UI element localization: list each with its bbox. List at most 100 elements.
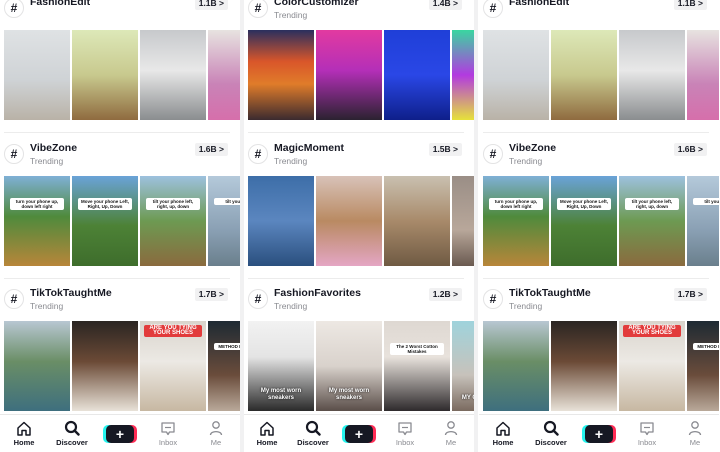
video-thumbnail[interactable]: MY C EXPE PT.2: [452, 321, 474, 411]
video-thumbnail[interactable]: My most worn sneakers: [316, 321, 382, 411]
hashtag-header[interactable]: # FashionFavorites Trending 1.2B >: [244, 287, 474, 321]
plus-icon: +: [344, 424, 374, 444]
nav-item-home[interactable]: Home: [246, 420, 288, 447]
video-thumbnail[interactable]: [483, 30, 549, 120]
hashtag-section[interactable]: # VibeZone Trending 1.6B > turn your phone u…: [479, 142, 719, 279]
thumbnail-caption: Move your phone Left, Right, Up, Down: [557, 198, 611, 210]
video-thumbnail[interactable]: [483, 321, 549, 411]
nav-item-discover[interactable]: Discover: [51, 420, 93, 447]
nav-item-inbox[interactable]: Inbox: [626, 420, 668, 447]
search-icon: [542, 420, 560, 436]
thumbnail-caption: Move your phone Left, Right, Up, Down: [78, 198, 132, 210]
section-divider: [248, 132, 464, 133]
view-count-badge[interactable]: 1.2B >: [428, 288, 462, 301]
hashtag-name: MagicMoment: [274, 142, 345, 154]
hashtag-section[interactable]: # FashionFavorites Trending 1.2B > My most w…: [244, 287, 474, 411]
hashtag-section[interactable]: # FashionEdit 1.1B >: [479, 0, 719, 133]
video-thumbnail[interactable]: METHOD FOR TYING: [687, 321, 719, 411]
video-thumbnail[interactable]: Move your phone Left, Right, Up, Down: [72, 176, 138, 266]
hashtag-header[interactable]: # VibeZone Trending 1.6B >: [0, 142, 240, 176]
view-count-badge[interactable]: 1.5B >: [428, 143, 462, 156]
nav-item-create[interactable]: +: [578, 424, 620, 444]
nav-item-create[interactable]: +: [99, 424, 141, 444]
nav-item-me[interactable]: Me: [430, 420, 472, 447]
video-thumbnail[interactable]: [316, 30, 382, 120]
nav-item-discover[interactable]: Discover: [292, 420, 334, 447]
hashtag-section[interactable]: # VibeZone Trending 1.6B > turn your phone u…: [0, 142, 240, 279]
bottom-nav: Home Discover + Inbox Me: [244, 414, 474, 452]
view-count-badge[interactable]: 1.4B >: [428, 0, 462, 10]
video-thumbnail[interactable]: [452, 176, 474, 266]
view-count-badge[interactable]: 1.6B >: [673, 143, 707, 156]
hashtag-header[interactable]: # ColorCustomizer Trending 1.4B >: [244, 0, 474, 30]
hashtag-section[interactable]: # MagicMoment Trending 1.5B >: [244, 142, 474, 279]
hashtag-section[interactable]: # FashionEdit 1.1B >: [0, 0, 240, 133]
create-button[interactable]: +: [106, 424, 134, 443]
view-count-badge[interactable]: 1.7B >: [194, 288, 228, 301]
video-thumbnail[interactable]: tilt your phone left, right, up, down: [619, 176, 685, 266]
video-thumbnail[interactable]: [551, 30, 617, 120]
video-thumbnail[interactable]: The 2 Worst Cotton Mistakes: [384, 321, 450, 411]
view-count-badge[interactable]: 1.6B >: [194, 143, 228, 156]
hashtag-header[interactable]: # VibeZone Trending 1.6B >: [479, 142, 719, 176]
thumbnail-caption: tilt your phone: [693, 198, 719, 205]
trending-label: Trending: [30, 301, 64, 311]
nav-label: Home: [492, 438, 514, 447]
thumbnail-caption: My most worn sneakers: [328, 388, 370, 401]
hashtag-header[interactable]: # FashionEdit 1.1B >: [479, 0, 719, 30]
video-thumbnail[interactable]: METHOD FOR TYING: [208, 321, 240, 411]
nav-item-inbox[interactable]: Inbox: [384, 420, 426, 447]
video-thumbnail[interactable]: turn your phone up, down left right: [483, 176, 549, 266]
video-thumbnail[interactable]: Move your phone Left, Right, Up, Down: [551, 176, 617, 266]
hashtag-section[interactable]: # TikTokTaughtMe Trending 1.7B > ARE YOU TYI…: [479, 287, 719, 411]
video-thumbnail[interactable]: [72, 321, 138, 411]
video-thumbnail[interactable]: [687, 30, 719, 120]
video-thumbnail[interactable]: [4, 321, 70, 411]
video-thumbnail[interactable]: [384, 176, 450, 266]
hashtag-header[interactable]: # TikTokTaughtMe Trending 1.7B >: [0, 287, 240, 321]
video-thumbnail[interactable]: [452, 30, 474, 120]
hashtag-section[interactable]: # ColorCustomizer Trending 1.4B >: [244, 0, 474, 133]
video-thumbnail[interactable]: turn your phone up, down left right: [4, 176, 70, 266]
video-thumbnail[interactable]: ARE YOU TYING YOUR SHOES: [619, 321, 685, 411]
video-thumbnail[interactable]: ARE YOU TYING YOUR SHOES: [140, 321, 206, 411]
video-thumbnail[interactable]: [551, 321, 617, 411]
nav-item-home[interactable]: Home: [482, 420, 524, 447]
video-thumbnail[interactable]: tilt your phone: [208, 176, 240, 266]
hashtag-header[interactable]: # TikTokTaughtMe Trending 1.7B >: [479, 287, 719, 321]
hashtag-header[interactable]: # FashionEdit 1.1B >: [0, 0, 240, 30]
video-thumbnail[interactable]: [248, 176, 314, 266]
hashtag-icon: #: [483, 0, 503, 18]
video-thumbnail[interactable]: [208, 30, 240, 120]
nav-label: Home: [13, 438, 35, 447]
video-thumbnail[interactable]: [619, 30, 685, 120]
video-thumbnail[interactable]: [248, 30, 314, 120]
video-thumbnail[interactable]: [384, 30, 450, 120]
view-count-badge[interactable]: 1.7B >: [673, 288, 707, 301]
video-thumbnail[interactable]: [140, 30, 206, 120]
hashtag-section[interactable]: # TikTokTaughtMe Trending 1.7B > ARE YOU TYI…: [0, 287, 240, 411]
view-count-badge[interactable]: 1.1B >: [194, 0, 228, 10]
nav-item-inbox[interactable]: Inbox: [147, 420, 189, 447]
create-button[interactable]: +: [345, 424, 373, 443]
video-thumbnail[interactable]: [72, 30, 138, 120]
nav-item-me[interactable]: Me: [674, 420, 716, 447]
nav-item-create[interactable]: +: [338, 424, 380, 444]
thumbnail-caption: MY C EXPE PT.2: [461, 395, 474, 401]
bottom-nav: Home Discover + Inbox Me: [0, 414, 240, 452]
hashtag-header[interactable]: # MagicMoment Trending 1.5B >: [244, 142, 474, 176]
video-thumbnail[interactable]: [316, 176, 382, 266]
video-thumbnail[interactable]: tilt your phone left, right, up, down: [140, 176, 206, 266]
video-thumbnail-row: turn your phone up, down left right Move …: [483, 176, 719, 266]
create-button[interactable]: +: [585, 424, 613, 443]
video-thumbnail[interactable]: tilt your phone: [687, 176, 719, 266]
hashtag-name: VibeZone: [30, 142, 78, 154]
hashtag-icon: #: [483, 144, 503, 164]
view-count-badge[interactable]: 1.1B >: [673, 0, 707, 10]
nav-item-home[interactable]: Home: [3, 420, 45, 447]
nav-item-me[interactable]: Me: [195, 420, 237, 447]
video-thumbnail[interactable]: My most worn sneakers: [248, 321, 314, 411]
inbox-icon: [396, 420, 414, 436]
video-thumbnail[interactable]: [4, 30, 70, 120]
nav-item-discover[interactable]: Discover: [530, 420, 572, 447]
